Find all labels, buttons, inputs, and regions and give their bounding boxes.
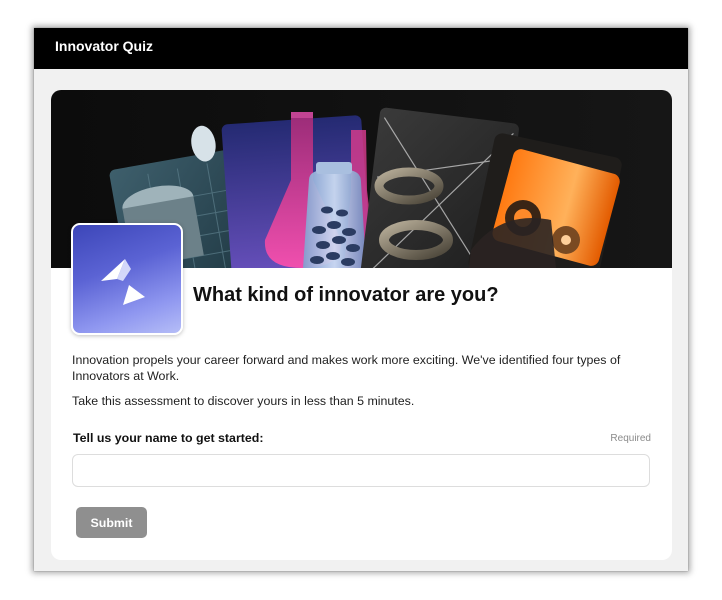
quiz-card: What kind of innovator are you? Innovati…: [51, 90, 672, 560]
page-title: What kind of innovator are you?: [193, 284, 499, 306]
app-title: Innovator Quiz: [55, 38, 153, 54]
title-bar: Innovator Quiz: [34, 28, 688, 69]
intro-text: Innovation propels your career forward a…: [72, 353, 621, 383]
name-input[interactable]: [72, 454, 650, 487]
submit-button[interactable]: Submit: [76, 507, 147, 538]
name-field-label: Tell us your name to get started:: [73, 431, 264, 445]
required-indicator: Required: [610, 433, 651, 444]
two-arrow-chevron-logo-icon: [71, 223, 183, 335]
app-window: Innovator Quiz What kind of innovator ar…: [34, 28, 688, 571]
assessment-text: Take this assessment to discover yours i…: [72, 394, 415, 408]
